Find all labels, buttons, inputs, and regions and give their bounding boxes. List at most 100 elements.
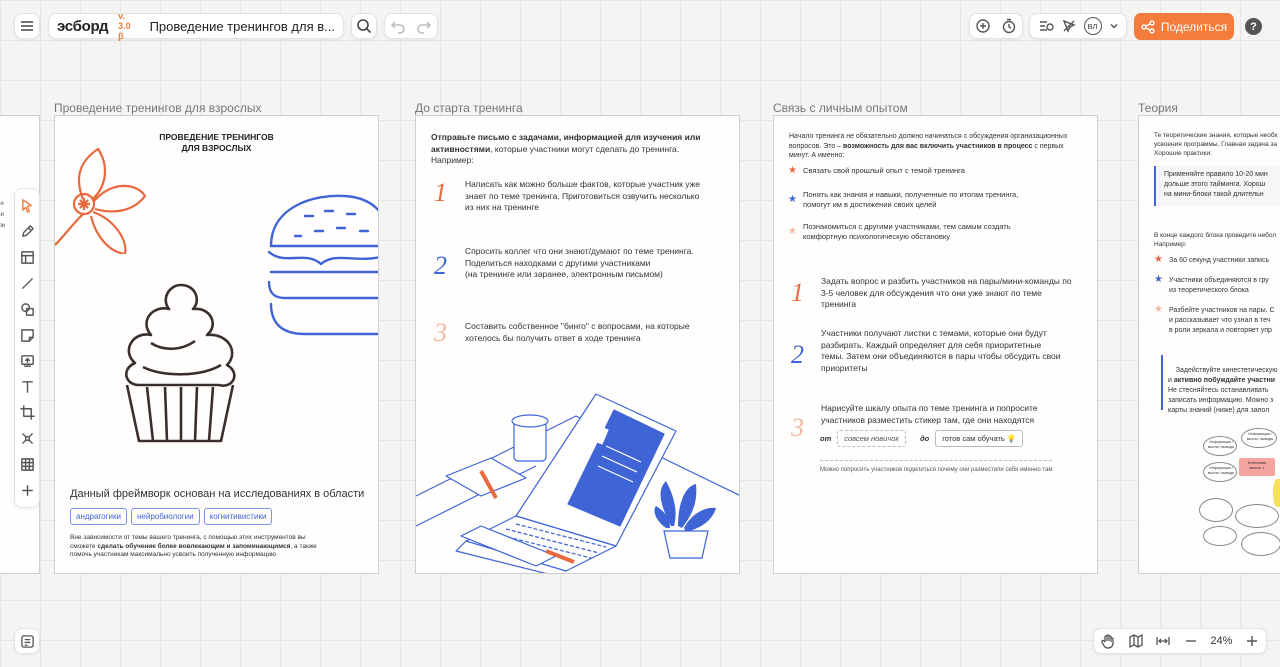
mindmap-tool[interactable] bbox=[16, 425, 38, 451]
zoom-in-icon[interactable] bbox=[1244, 633, 1260, 649]
star-text: Участники объединяются в гру из теоретич… bbox=[1169, 277, 1269, 294]
menu-button-panel[interactable] bbox=[14, 13, 40, 39]
chip-neurobiology[interactable]: нейробиологии bbox=[130, 508, 200, 525]
step-text: Составить собственное "бинго" с вопросам… bbox=[465, 321, 690, 343]
app-logo[interactable]: эсборд bbox=[57, 18, 108, 35]
sticker-tool[interactable] bbox=[16, 322, 38, 348]
star-icon: ★ bbox=[788, 165, 797, 176]
template-tool[interactable] bbox=[16, 245, 38, 271]
tools-right-panel-b: ВЛ bbox=[1029, 13, 1127, 39]
footnote: Можно попросить участников поделиться по… bbox=[820, 467, 1053, 473]
redo-icon[interactable] bbox=[416, 18, 432, 34]
to-value[interactable]: готов сам обучать 💡 bbox=[935, 430, 1024, 447]
left-toolbar bbox=[14, 188, 40, 508]
version-badge[interactable]: v. 3.0 β bbox=[118, 11, 131, 41]
shape-tool[interactable] bbox=[16, 296, 38, 322]
text-tool[interactable] bbox=[16, 374, 38, 400]
footer-text: Вне зависимости от темы вашего тренинга,… bbox=[70, 534, 330, 560]
notes-list-icon[interactable] bbox=[20, 634, 35, 649]
from-label: от bbox=[820, 434, 832, 443]
avatar[interactable]: ВЛ bbox=[1083, 17, 1102, 35]
map-node-text: Информация / мысли / выводы bbox=[1207, 466, 1235, 475]
to-label: до bbox=[919, 434, 930, 443]
map-node[interactable] bbox=[1199, 498, 1233, 522]
map-node-text: Информация / мысли / выводы bbox=[1246, 432, 1274, 441]
footer-text-b: сделать обучение более вовлекающим и зап… bbox=[97, 542, 291, 550]
table-icon bbox=[20, 457, 34, 471]
star-text: Познакомиться с другими участниками, тем… bbox=[803, 222, 1011, 241]
timer-icon[interactable] bbox=[1001, 18, 1017, 34]
frame-title[interactable]: Теория bbox=[1138, 101, 1178, 115]
upload-tool[interactable] bbox=[16, 348, 38, 374]
star-text: За 60 секунд участники запись bbox=[1169, 257, 1270, 264]
presentation-icon[interactable] bbox=[1038, 18, 1054, 34]
frame-theory[interactable]: Те теоретические знания, которые необх у… bbox=[1138, 115, 1280, 574]
flower-illustration bbox=[55, 147, 147, 254]
intro-bold: возможность для вас включить участников … bbox=[843, 142, 1033, 150]
plus-icon bbox=[21, 484, 33, 496]
chip-andragogy[interactable]: андрагогики bbox=[70, 508, 127, 525]
crop-tool[interactable] bbox=[16, 400, 38, 426]
notes-panel[interactable] bbox=[14, 628, 40, 654]
frame-icon bbox=[19, 405, 35, 420]
step-text: Написать как можно больше фактов, которы… bbox=[465, 179, 700, 212]
help-button[interactable]: ? bbox=[1245, 18, 1262, 35]
mindmap-icon bbox=[21, 432, 33, 444]
frame-personal-experience[interactable]: Начало тренинга не обязательно должно на… bbox=[773, 115, 1098, 574]
follow-cursor-icon[interactable] bbox=[1061, 18, 1077, 34]
hamburger-menu-icon[interactable] bbox=[19, 18, 35, 34]
select-tool[interactable] bbox=[16, 193, 38, 219]
board-title[interactable]: Проведение тренингов для в... bbox=[150, 19, 335, 34]
scale-line bbox=[820, 460, 1052, 461]
pen-tool[interactable] bbox=[16, 219, 38, 245]
star-text: Связать свой прошлый опыт с темой тренин… bbox=[803, 166, 965, 175]
line-tool[interactable] bbox=[16, 270, 38, 296]
step-text: Задать вопрос и разбить участников на па… bbox=[821, 276, 1072, 309]
zoom-level[interactable]: 24% bbox=[1210, 635, 1232, 647]
help-icon: ? bbox=[1250, 20, 1257, 33]
chevron-down-icon[interactable] bbox=[134, 21, 136, 31]
table-tool[interactable] bbox=[16, 451, 38, 477]
search-icon[interactable] bbox=[356, 18, 372, 34]
zoom-out-icon[interactable] bbox=[1183, 633, 1199, 649]
map-sticker[interactable] bbox=[1273, 479, 1280, 507]
map-node[interactable] bbox=[1235, 504, 1279, 528]
map-icon[interactable] bbox=[1128, 633, 1144, 649]
cursor-icon bbox=[21, 199, 32, 214]
share-button[interactable]: Поделиться bbox=[1134, 13, 1234, 40]
line-icon bbox=[21, 278, 33, 289]
frame-title[interactable]: Связь с личным опытом bbox=[773, 101, 908, 115]
note-bar bbox=[1161, 355, 1163, 410]
star-icon: ★ bbox=[788, 226, 797, 237]
undo-icon[interactable] bbox=[390, 18, 406, 34]
from-value[interactable]: совсем новичок bbox=[837, 430, 906, 447]
frame-title[interactable]: Проведение тренингов для взрослых bbox=[54, 101, 262, 115]
intro-text: Отправьте письмо с задачами, информацией… bbox=[431, 132, 721, 167]
text-icon bbox=[21, 381, 33, 394]
share-label: Поделиться bbox=[1160, 19, 1228, 34]
add-frame-icon[interactable] bbox=[975, 18, 991, 34]
step-text: Нарисуйте шкалу опыта по теме тренинга и… bbox=[821, 403, 1038, 425]
map-node[interactable] bbox=[1203, 526, 1237, 546]
frame-before-training[interactable]: Отправьте письмо с задачами, информацией… bbox=[415, 115, 740, 574]
search-panel[interactable] bbox=[351, 13, 377, 39]
step-text: Участники получают листки с темами, кото… bbox=[821, 328, 1061, 373]
frame-intro[interactable]: ПРОВЕДЕНИЕ ТРЕНИНГОВ ДЛЯ ВЗРОСЛЫХ Данный… bbox=[54, 115, 379, 574]
history-panel bbox=[384, 13, 438, 39]
note-text: Задействуйте кинестетическую и активно по… bbox=[1168, 356, 1280, 426]
framework-text: Данный фреймворк основан на исследования… bbox=[70, 488, 365, 500]
frame-title[interactable]: До старта тренинга bbox=[415, 101, 523, 115]
step-number: 1 bbox=[791, 278, 804, 307]
chip-cognitive[interactable]: когнитивистики bbox=[203, 508, 273, 525]
chevron-down-icon[interactable] bbox=[1109, 21, 1119, 31]
map-node-text: Информация / мысли / выводы bbox=[1207, 440, 1235, 449]
more-tools[interactable] bbox=[16, 477, 38, 503]
intro-text: Начало тренинга не обязательно должно на… bbox=[789, 132, 1069, 161]
fit-width-icon[interactable] bbox=[1155, 633, 1171, 649]
cupcake-illustration bbox=[125, 283, 236, 443]
map-node[interactable] bbox=[1241, 532, 1280, 556]
note-c: Не стесняйтесь останавливать записать ин… bbox=[1168, 387, 1274, 414]
hand-icon[interactable] bbox=[1100, 633, 1116, 649]
partial-text: книлифи bbox=[0, 201, 6, 229]
share-icon bbox=[1141, 19, 1155, 34]
